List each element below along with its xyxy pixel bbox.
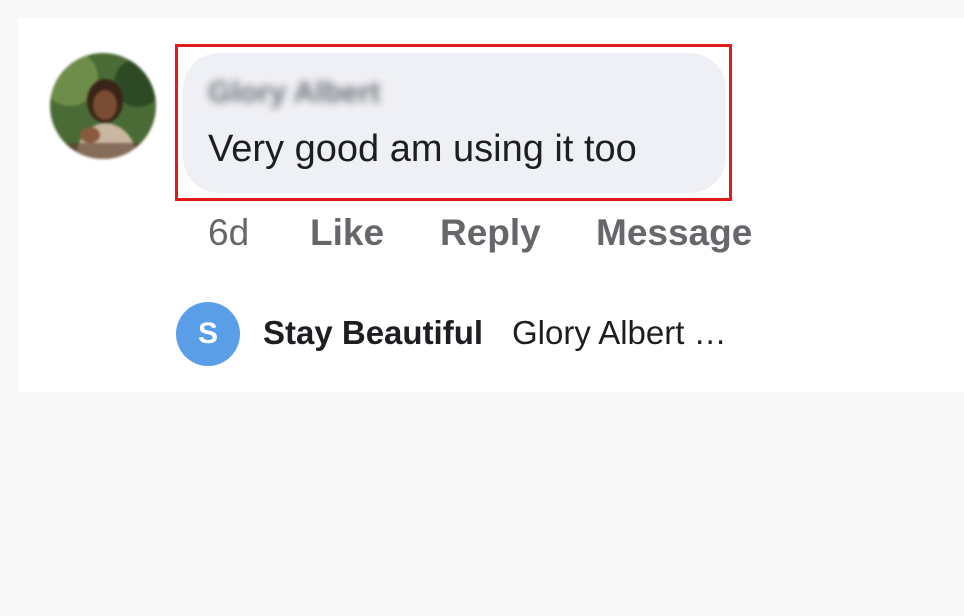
like-button[interactable]: Like [310, 212, 384, 254]
message-button[interactable]: Message [596, 212, 752, 254]
highlight-box [175, 44, 732, 201]
comment-timestamp: 6d [208, 212, 250, 253]
reply-avatar[interactable]: S [176, 302, 240, 366]
commenter-avatar[interactable] [50, 53, 156, 159]
page: Glory Albert Very good am using it too 6… [0, 0, 964, 616]
reply-author[interactable]: Stay Beautiful [263, 314, 483, 352]
avatar-photo [50, 53, 156, 159]
reply-snippet[interactable]: Glory Albert … [512, 314, 727, 352]
reply-button[interactable]: Reply [440, 212, 541, 254]
